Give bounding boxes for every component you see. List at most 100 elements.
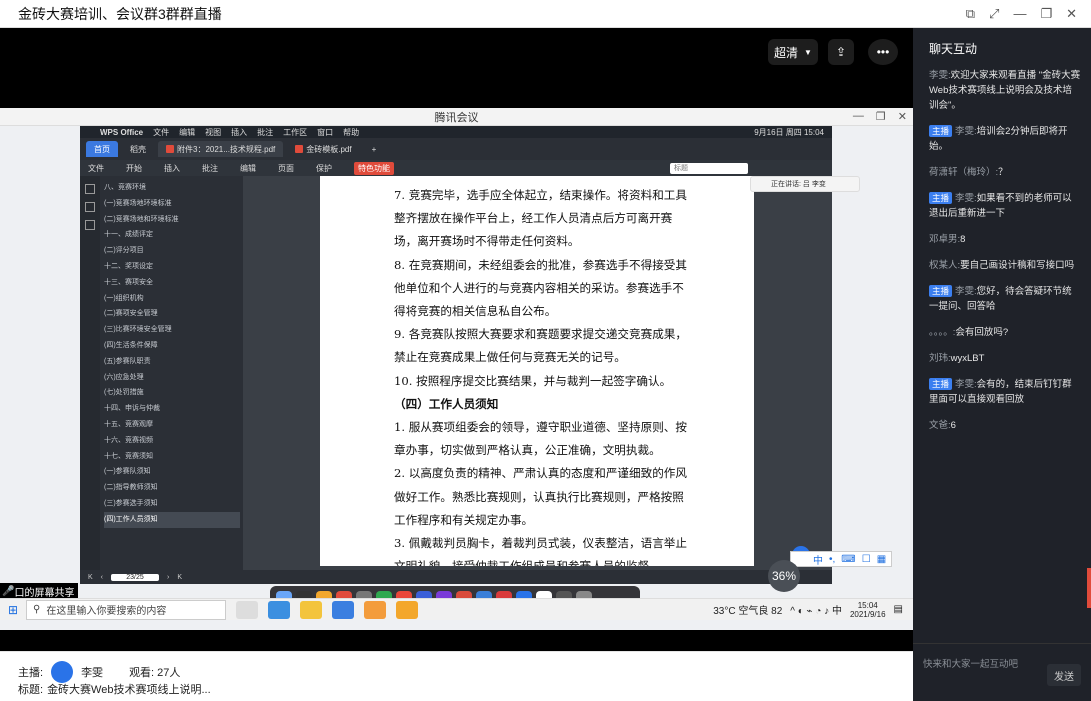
- wps-search-input[interactable]: 标题: [670, 162, 748, 174]
- chat-message: 主播 李雯:您好，待会答疑环节统一提问、回答哈: [913, 284, 1091, 314]
- tab-doc-template[interactable]: 金砖模板.pdf: [287, 141, 359, 157]
- mac-menu-file[interactable]: 文件: [153, 127, 169, 138]
- close-icon[interactable]: ✕: [1066, 6, 1077, 22]
- ribbon-protect[interactable]: 保护: [316, 163, 332, 174]
- annotation-icon[interactable]: [85, 220, 95, 230]
- first-page-icon[interactable]: K: [88, 574, 93, 581]
- taskbar-clock[interactable]: 15:04 2021/9/16: [850, 601, 886, 619]
- punct-icon[interactable]: •,: [829, 554, 835, 565]
- notification-icon[interactable]: ▤: [894, 604, 903, 615]
- ribbon-annotate[interactable]: 批注: [202, 163, 218, 174]
- mac-menu-help[interactable]: 帮助: [343, 127, 359, 138]
- windows-start-icon[interactable]: ⊞: [0, 603, 26, 617]
- bookmark-item[interactable]: 十三、赛项安全: [104, 275, 240, 291]
- mac-menu-edit[interactable]: 编辑: [179, 127, 195, 138]
- prev-page-icon[interactable]: ‹: [101, 574, 103, 581]
- new-tab-icon[interactable]: +: [364, 141, 385, 157]
- pip-icon[interactable]: ⧉: [966, 6, 975, 22]
- bookmark-item[interactable]: (三)比赛环境安全管理: [104, 322, 240, 338]
- chat-username[interactable]: 。。。。:: [929, 327, 955, 338]
- bookmark-item[interactable]: (六)应急处理: [104, 370, 240, 386]
- chat-username[interactable]: 刘玮:: [929, 353, 951, 364]
- ribbon-start[interactable]: 开始: [126, 163, 142, 174]
- quality-select[interactable]: 超清 ▼: [768, 39, 818, 65]
- chat-username[interactable]: 荷潇轩（梅玲）:: [929, 167, 998, 178]
- restore-icon[interactable]: ❐: [876, 110, 886, 123]
- last-page-icon[interactable]: K: [177, 574, 182, 581]
- next-page-icon[interactable]: ›: [167, 574, 169, 581]
- chat-username[interactable]: 李雯:: [955, 286, 977, 297]
- volume-indicator: [1087, 568, 1091, 608]
- edge-icon[interactable]: [268, 600, 290, 619]
- bookmark-item[interactable]: (一)竞赛场地环境标准: [104, 196, 240, 212]
- bookmark-item[interactable]: 十二、奖项设定: [104, 259, 240, 275]
- bookmark-item[interactable]: 十六、竞赛视频: [104, 433, 240, 449]
- ribbon-page[interactable]: 页面: [278, 163, 294, 174]
- bookmark-item[interactable]: (二)竞赛场地和环境标准: [104, 212, 240, 228]
- chat-username[interactable]: 邓卓男:: [929, 234, 960, 245]
- app-icon[interactable]: [332, 600, 354, 619]
- ribbon-insert[interactable]: 插入: [164, 163, 180, 174]
- bookmark-item[interactable]: (一)参赛队须知: [104, 464, 240, 480]
- grid-icon[interactable]: ▦: [877, 554, 886, 565]
- bookmark-item[interactable]: (二)赛项安全管理: [104, 306, 240, 322]
- ribbon-file[interactable]: 文件: [88, 163, 104, 174]
- bookmark-item[interactable]: (三)参赛选手须知: [104, 496, 240, 512]
- minimize-icon[interactable]: —: [1013, 6, 1026, 22]
- tab-doc-rules[interactable]: 附件3：2021...技术规程.pdf: [158, 141, 284, 157]
- keyboard-icon[interactable]: ⌨: [841, 554, 855, 565]
- bookmark-item[interactable]: (四)生活条件保障: [104, 338, 240, 354]
- bookmark-item[interactable]: 八、竞赛环境: [104, 180, 240, 196]
- maximize-icon[interactable]: ❐: [1040, 6, 1052, 22]
- tray-icons[interactable]: ^ ◐ ⌁ ◔ ♪ 中: [790, 602, 842, 617]
- ribbon-features[interactable]: 特色功能: [354, 161, 394, 175]
- thumbnail-icon[interactable]: [85, 184, 95, 194]
- mac-menu-annotate[interactable]: 批注: [257, 127, 273, 138]
- fullscreen-icon[interactable]: ⤢: [989, 6, 999, 22]
- app-icon[interactable]: [396, 600, 418, 619]
- bookmark-item[interactable]: 十七、竞赛须知: [104, 449, 240, 465]
- bookmark-item[interactable]: (五)参赛队职责: [104, 354, 240, 370]
- mac-menu-workspace[interactable]: 工作区: [283, 127, 307, 138]
- bookmark-item[interactable]: (七)处罚措施: [104, 385, 240, 401]
- bookmark-icon[interactable]: [85, 202, 95, 212]
- mac-menubar: WPS Office 文件 编辑 视图 插入 批注 工作区 窗口 帮助 9月16…: [80, 126, 832, 138]
- task-view-icon[interactable]: [236, 600, 258, 619]
- chat-username[interactable]: 李雯:: [955, 193, 977, 204]
- tab-home[interactable]: 首页: [86, 141, 118, 157]
- share-button[interactable]: ⇪: [828, 39, 854, 65]
- bookmark-item[interactable]: (二)评分项目: [104, 243, 240, 259]
- bookmark-item[interactable]: (四)工作人员须知: [104, 511, 240, 528]
- skin-icon[interactable]: ☐: [862, 554, 871, 565]
- mac-menu-view[interactable]: 视图: [205, 127, 221, 138]
- mac-app-name: WPS Office: [100, 127, 144, 137]
- page-number-input[interactable]: 23/25: [111, 573, 160, 581]
- close-icon[interactable]: ✕: [898, 110, 907, 123]
- chat-input[interactable]: 快来和大家一起互动吧: [923, 656, 1018, 670]
- mac-menu-window[interactable]: 窗口: [317, 127, 333, 138]
- mac-clock: 9月16日 周四 15:04: [754, 127, 824, 137]
- chat-username[interactable]: 权某人:: [929, 260, 960, 271]
- ime-mode[interactable]: 中: [813, 552, 823, 567]
- weather-text[interactable]: 33°C 空气良 82: [713, 602, 782, 617]
- taskbar-search[interactable]: ⚲ 在这里输入你要搜索的内容: [26, 599, 226, 620]
- tab-docer[interactable]: 稻壳: [122, 141, 154, 157]
- chat-username[interactable]: 文爸:: [929, 420, 951, 431]
- tab-doc-template-label: 金砖模板.pdf: [306, 144, 352, 154]
- chat-username[interactable]: 李雯:: [929, 70, 951, 81]
- host-avatar[interactable]: [51, 661, 74, 683]
- bookmark-item[interactable]: 十一、成绩评定: [104, 227, 240, 243]
- bookmark-item[interactable]: 十四、申诉与仲裁: [104, 401, 240, 417]
- ribbon-edit[interactable]: 编辑: [240, 163, 256, 174]
- bookmark-item[interactable]: (一)组织机构: [104, 291, 240, 307]
- bookmark-item[interactable]: 十五、竞赛观摩: [104, 417, 240, 433]
- send-button[interactable]: 发送: [1047, 664, 1081, 686]
- chat-username[interactable]: 李雯:: [955, 379, 977, 390]
- chat-username[interactable]: 李雯:: [955, 126, 977, 137]
- more-button[interactable]: •••: [868, 39, 898, 65]
- minimize-icon[interactable]: —: [853, 110, 864, 123]
- explorer-icon[interactable]: [300, 600, 322, 619]
- bookmark-item[interactable]: (二)指导教师须知: [104, 480, 240, 496]
- mac-menu-insert[interactable]: 插入: [231, 127, 247, 138]
- app-icon[interactable]: [364, 600, 386, 619]
